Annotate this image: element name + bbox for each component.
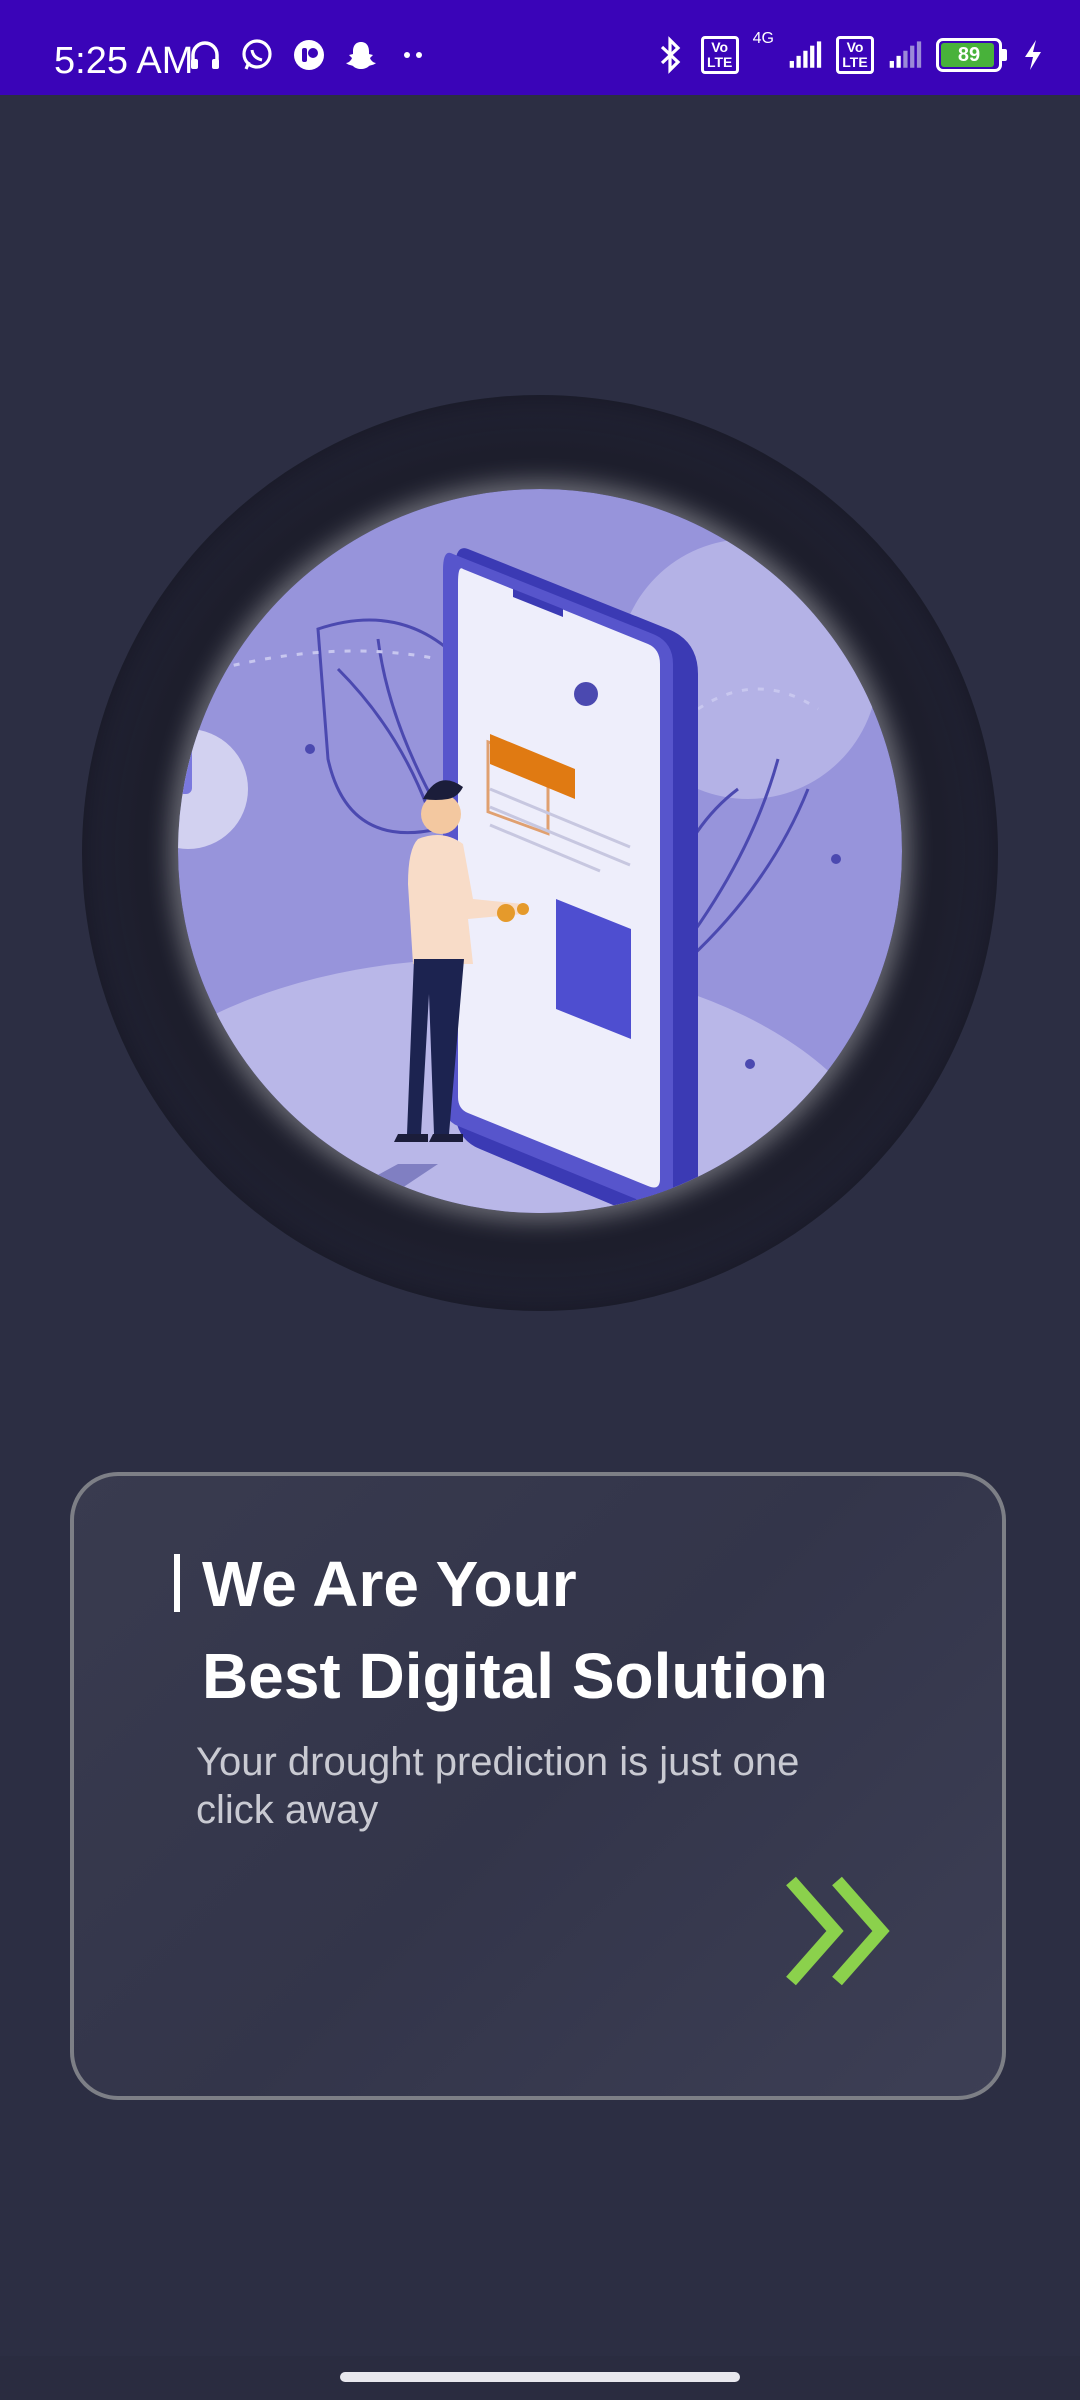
subtitle: Your drought prediction is just one clic… <box>196 1740 800 1832</box>
battery-level: 89 <box>957 43 981 66</box>
notification-icons <box>188 38 430 72</box>
headline: We Are Your Best Digital Solution <box>202 1538 828 1722</box>
headline-line-2: Best Digital Solution <box>202 1640 828 1712</box>
text-cursor <box>174 1554 180 1612</box>
status-time: 5:25 AM <box>54 40 194 82</box>
signal-icon <box>888 38 922 72</box>
app-icon <box>292 38 326 72</box>
onboarding-card: We Are Your Best Digital Solution Your d… <box>70 1472 1006 2100</box>
whatsapp-icon <box>240 38 274 72</box>
person-with-giant-phone-illustration <box>178 489 902 1213</box>
signal-icon <box>788 38 822 72</box>
headphones-icon <box>188 38 222 72</box>
snapchat-icon <box>344 38 378 72</box>
headline-line-1: We Are Your <box>202 1548 577 1620</box>
bluetooth-icon <box>653 36 687 74</box>
next-button[interactable] <box>774 1868 904 1998</box>
system-icons: Vo LTE 4G Vo LTE 89 <box>653 30 1050 74</box>
volte-icon: Vo LTE <box>700 36 739 74</box>
status-bar: 5:25 AM Vo LTE 4G Vo LTE 89 <box>0 0 1080 95</box>
home-indicator[interactable] <box>340 2372 740 2382</box>
charging-icon <box>1016 38 1050 72</box>
network-type-label: 4G <box>752 30 774 47</box>
battery-icon: 89 <box>936 38 1007 72</box>
volte-icon: Vo LTE <box>836 36 874 74</box>
more-dots-icon <box>396 38 430 72</box>
double-chevron-right-icon <box>779 1871 899 1996</box>
